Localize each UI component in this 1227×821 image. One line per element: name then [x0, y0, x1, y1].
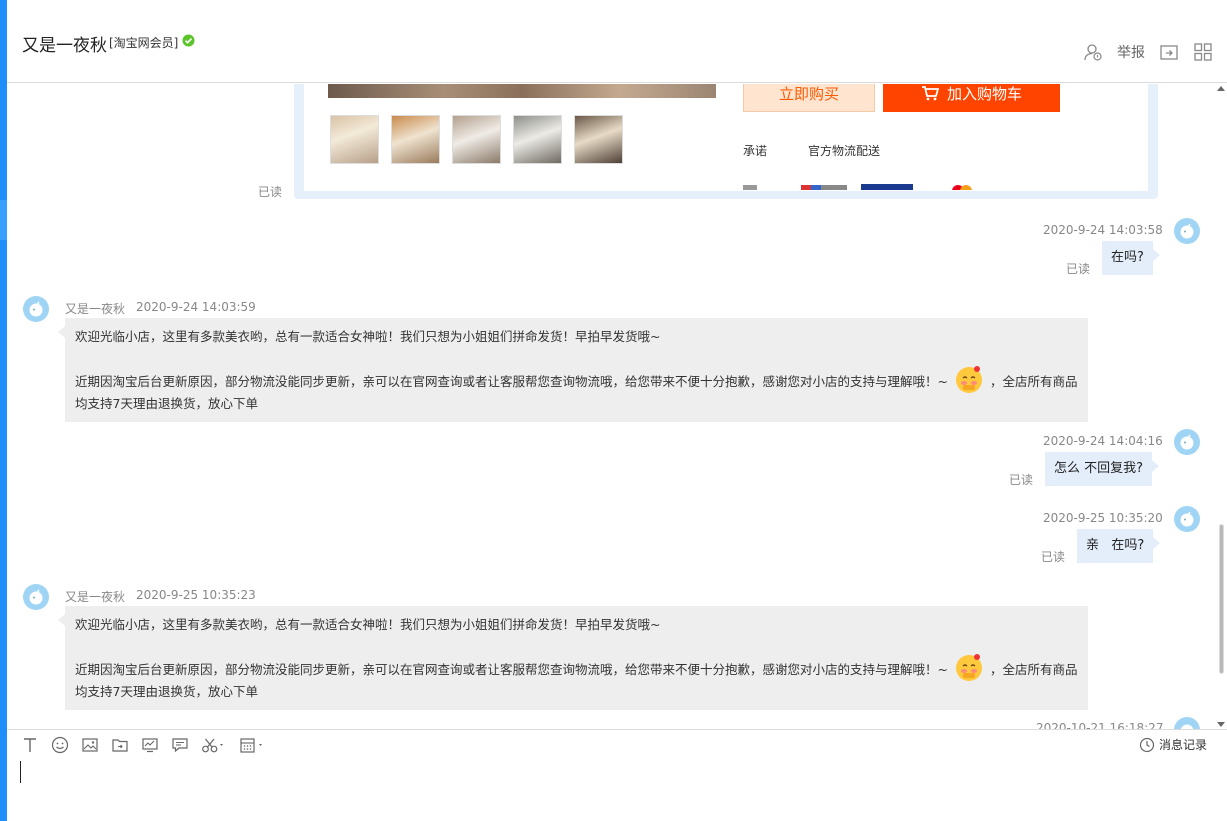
product-card[interactable]: 立即购买 加入购物车 承诺 官方物流配送: [294, 84, 1158, 199]
add-to-cart-label: 加入购物车: [946, 84, 1022, 103]
message-line: 近期因淘宝后台更新原因，部分物流没能同步更新，亲可以在官网查询或者让客服帮您查询…: [75, 662, 948, 677]
calculator-icon[interactable]: [239, 736, 267, 754]
message-history-label: 消息记录: [1158, 738, 1207, 752]
cart-icon: [921, 86, 939, 101]
add-to-cart-button[interactable]: 加入购物车: [883, 84, 1060, 112]
report-button[interactable]: 举报: [1117, 42, 1145, 62]
read-receipt: 已读: [1009, 473, 1034, 487]
scroll-up-arrow[interactable]: [1217, 86, 1225, 91]
clock-icon: [1139, 737, 1155, 752]
my-message-bubble[interactable]: 亲 在吗?: [1077, 529, 1161, 563]
screen-share-icon[interactable]: [141, 736, 159, 754]
shy-face-emoji-icon: [955, 366, 982, 393]
scrollbar-thumb[interactable]: [1219, 524, 1224, 674]
font-text-icon[interactable]: [21, 736, 39, 754]
product-card-body: 立即购买 加入购物车 承诺 官方物流配送: [304, 84, 1148, 191]
screenshot-cut-icon[interactable]: [201, 736, 227, 754]
my-avatar[interactable]: [1174, 717, 1200, 729]
logistics-label: 官方物流配送: [808, 144, 881, 158]
contact-avatar[interactable]: [23, 296, 49, 322]
my-avatar[interactable]: [1174, 506, 1200, 532]
message-timestamp: 2020-9-24 14:03:58: [1043, 223, 1163, 237]
message-line: 欢迎光临小店，这里有多款美衣哟，总有一款适合女神啦！我们只想为小姐姐们拼命发货！…: [75, 617, 661, 632]
message-timestamp: 2020-9-24 14:04:16: [1043, 434, 1163, 448]
chat-header: 又是一夜秋 [淘宝网会员] 举报: [7, 0, 1227, 83]
emoji-icon[interactable]: [51, 736, 69, 754]
user-info-icon[interactable]: [1083, 42, 1103, 62]
scroll-down-arrow[interactable]: [1217, 722, 1225, 727]
my-avatar[interactable]: [1174, 218, 1200, 244]
message-history-button[interactable]: 消息记录: [1139, 736, 1207, 753]
grid-apps-icon[interactable]: [1193, 42, 1213, 62]
message-line: 欢迎光临小店，这里有多款美衣哟，总有一款适合女神啦！我们只想为小姐姐们拼命发货！…: [75, 329, 661, 344]
contact-message-bubble[interactable]: 欢迎光临小店，这里有多款美衣哟，总有一款适合女神啦！我们只想为小姐姐们拼命发货！…: [58, 318, 1088, 422]
text-caret: [20, 761, 21, 783]
message-timestamp: 2020-9-24 14:03:59: [136, 300, 256, 314]
message-input[interactable]: [7, 759, 1227, 821]
header-actions: 举报: [1083, 42, 1213, 62]
message-area[interactable]: 立即购买 加入购物车 承诺 官方物流配送 已读 2020-9-24 14:03:…: [7, 84, 1215, 729]
buy-now-button[interactable]: 立即购买: [743, 84, 875, 112]
image-icon[interactable]: [81, 736, 99, 754]
quick-reply-icon[interactable]: [171, 736, 189, 754]
share-export-icon[interactable]: [1159, 42, 1179, 62]
chat-scrollbar[interactable]: [1215, 84, 1227, 729]
payment-logos: [743, 178, 1023, 190]
my-message-bubble[interactable]: 在吗?: [1102, 241, 1160, 275]
my-message-bubble[interactable]: 怎么 不回复我?: [1045, 452, 1160, 486]
message-line: 近期因淘宝后台更新原因，部分物流没能同步更新，亲可以在官网查询或者让客服帮您查询…: [75, 374, 948, 389]
product-thumbnail[interactable]: [574, 115, 623, 164]
left-accent-bar: [0, 0, 7, 821]
product-thumbnail[interactable]: [513, 115, 562, 164]
message-timestamp: 2020-10-21 16:18:27: [1036, 721, 1164, 729]
payment-logos-icon: [743, 184, 972, 190]
read-receipt: 已读: [258, 185, 283, 199]
shy-face-emoji-icon: [955, 654, 982, 681]
product-thumbnail[interactable]: [330, 115, 379, 164]
input-toolbar: 消息记录: [7, 729, 1227, 759]
read-receipt: 已读: [1066, 262, 1091, 276]
product-thumbnails: [330, 115, 623, 164]
product-thumbnail[interactable]: [452, 115, 501, 164]
promise-label: 承诺: [743, 144, 768, 158]
left-bar-notch: [0, 200, 7, 240]
sender-name: 又是一夜秋: [65, 590, 126, 604]
product-main-image[interactable]: [328, 84, 716, 98]
message-timestamp: 2020-9-25 10:35:23: [136, 588, 256, 602]
contact-name: 又是一夜秋: [22, 36, 107, 56]
sender-name: 又是一夜秋: [65, 302, 126, 316]
message-paragraph: 近期因淘宝后台更新原因，部分物流没能同步更新，亲可以在官网查询或者让客服帮您查询…: [75, 364, 1078, 413]
product-thumbnail[interactable]: [391, 115, 440, 164]
verified-icon: [182, 34, 195, 47]
contact-avatar[interactable]: [23, 584, 49, 610]
folder-file-icon[interactable]: [111, 736, 129, 754]
message-timestamp: 2020-9-25 10:35:20: [1043, 511, 1163, 525]
contact-message-bubble[interactable]: 欢迎光临小店，这里有多款美衣哟，总有一款适合女神啦！我们只想为小姐姐们拼命发货！…: [58, 606, 1088, 710]
message-paragraph: 近期因淘宝后台更新原因，部分物流没能同步更新，亲可以在官网查询或者让客服帮您查询…: [75, 652, 1078, 701]
my-avatar[interactable]: [1174, 429, 1200, 455]
read-receipt: 已读: [1041, 550, 1066, 564]
member-tag: [淘宝网会员]: [109, 36, 179, 50]
